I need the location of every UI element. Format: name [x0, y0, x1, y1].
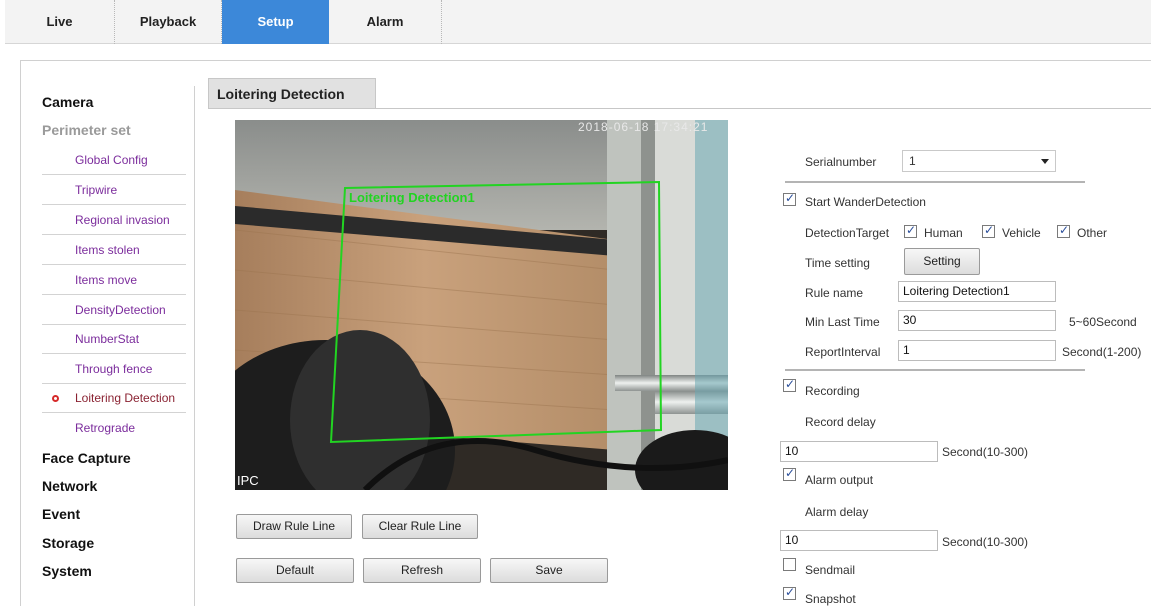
report-interval-input[interactable]: 1: [898, 340, 1056, 361]
other-label: Other: [1077, 226, 1108, 240]
sidebar-item-label: DensityDetection: [75, 303, 166, 317]
sidebar-item-label: Retrograde: [75, 421, 136, 435]
section-title: Loitering Detection: [208, 78, 376, 109]
sidebar-item-density-detection[interactable]: DensityDetection: [42, 296, 186, 325]
sidebar-item-loitering-detection[interactable]: Loitering Detection: [42, 384, 186, 413]
record-delay-unit: Second(10-300): [942, 445, 1029, 459]
sidebar-item-perimeter-set[interactable]: Perimeter set: [42, 122, 131, 138]
time-setting-button[interactable]: Setting: [904, 248, 980, 275]
vehicle-label: Vehicle: [1002, 226, 1041, 240]
rule-name-label: Rule name: [805, 286, 864, 300]
sidebar-item-label: Items stolen: [75, 243, 140, 257]
detection-target-label: DetectionTarget: [805, 226, 890, 240]
region-label: Loitering Detection1: [349, 190, 475, 205]
report-interval-label: ReportInterval: [805, 345, 881, 359]
serialnumber-label: Serialnumber: [805, 155, 877, 169]
start-wander-checkbox[interactable]: [783, 191, 796, 206]
sidebar-item-face-capture[interactable]: Face Capture: [42, 450, 131, 466]
sidebar-item-label: Tripwire: [75, 183, 118, 197]
sidebar-item-label: Loitering Detection: [75, 391, 176, 405]
sidebar-item-event[interactable]: Event: [42, 506, 80, 522]
tab-alarm[interactable]: Alarm: [329, 0, 442, 44]
sidebar-item-label: Global Config: [75, 153, 148, 167]
sidebar-item-storage[interactable]: Storage: [42, 535, 94, 551]
min-last-time-input[interactable]: 30: [898, 310, 1056, 331]
active-marker-icon: [52, 395, 59, 402]
sidebar: Camera Perimeter set Global Config Tripw…: [0, 0, 200, 606]
sendmail-checkbox[interactable]: [783, 558, 796, 571]
sidebar-item-retrograde[interactable]: Retrograde: [42, 414, 186, 443]
other-checkbox[interactable]: [1057, 223, 1070, 238]
report-interval-unit: Second(1-200): [1062, 345, 1142, 359]
sendmail-label: Sendmail: [805, 563, 856, 577]
video-preview[interactable]: 2018-06-18 17:34:21 Loitering Detection1…: [235, 120, 728, 490]
recording-label: Recording: [805, 384, 860, 398]
refresh-button[interactable]: Refresh: [363, 558, 481, 583]
time-setting-label: Time setting: [805, 256, 870, 270]
recording-checkbox[interactable]: [783, 377, 796, 392]
sidebar-item-regional-invasion[interactable]: Regional invasion: [42, 206, 186, 235]
sidebar-item-label: NumberStat: [75, 332, 140, 346]
camera-scene: [235, 120, 728, 490]
sidebar-item-system[interactable]: System: [42, 563, 92, 579]
serialnumber-value: 1: [909, 154, 916, 168]
sidebar-item-camera[interactable]: Camera: [42, 94, 93, 110]
video-timestamp: 2018-06-18 17:34:21: [578, 120, 709, 134]
sidebar-item-network[interactable]: Network: [42, 478, 97, 494]
alarm-delay-unit: Second(10-300): [942, 535, 1029, 549]
section-divider: [208, 108, 1151, 109]
min-last-time-unit: 5~60Second: [1069, 315, 1137, 329]
tab-setup[interactable]: Setup: [222, 0, 329, 44]
default-button[interactable]: Default: [236, 558, 354, 583]
alarm-output-checkbox[interactable]: [783, 466, 796, 481]
min-last-time-label: Min Last Time: [805, 315, 880, 329]
sidebar-item-items-stolen[interactable]: Items stolen: [42, 236, 186, 265]
record-delay-label: Record delay: [805, 415, 876, 429]
chevron-down-icon: [1041, 159, 1049, 164]
sidebar-item-tripwire[interactable]: Tripwire: [42, 176, 186, 205]
alarm-delay-input[interactable]: 10: [780, 530, 938, 551]
record-delay-input[interactable]: 10: [780, 441, 938, 462]
sidebar-item-label: Through fence: [75, 362, 153, 376]
sidebar-item-items-move[interactable]: Items move: [42, 266, 186, 295]
save-button[interactable]: Save: [490, 558, 608, 583]
serialnumber-select[interactable]: 1: [902, 150, 1056, 172]
sidebar-item-number-stat[interactable]: NumberStat: [42, 325, 186, 354]
settings-divider: [785, 181, 1085, 183]
sidebar-item-through-fence[interactable]: Through fence: [42, 355, 186, 384]
human-checkbox[interactable]: [904, 223, 917, 238]
snapshot-label: Snapshot: [805, 592, 856, 606]
start-wander-label: Start WanderDetection: [805, 195, 926, 209]
ipc-label: IPC: [237, 473, 259, 488]
sidebar-item-global-config[interactable]: Global Config: [42, 146, 186, 175]
rule-name-input[interactable]: Loitering Detection1: [898, 281, 1056, 302]
settings-divider: [785, 369, 1085, 371]
clear-rule-line-button[interactable]: Clear Rule Line: [362, 514, 478, 539]
vehicle-checkbox[interactable]: [982, 223, 995, 238]
snapshot-checkbox[interactable]: [783, 585, 796, 600]
human-label: Human: [924, 226, 963, 240]
sidebar-item-label: Regional invasion: [75, 213, 170, 227]
alarm-output-label: Alarm output: [805, 473, 874, 487]
alarm-delay-label: Alarm delay: [805, 505, 869, 519]
draw-rule-line-button[interactable]: Draw Rule Line: [236, 514, 352, 539]
sidebar-item-label: Items move: [75, 273, 138, 287]
sidebar-divider: [194, 86, 195, 606]
